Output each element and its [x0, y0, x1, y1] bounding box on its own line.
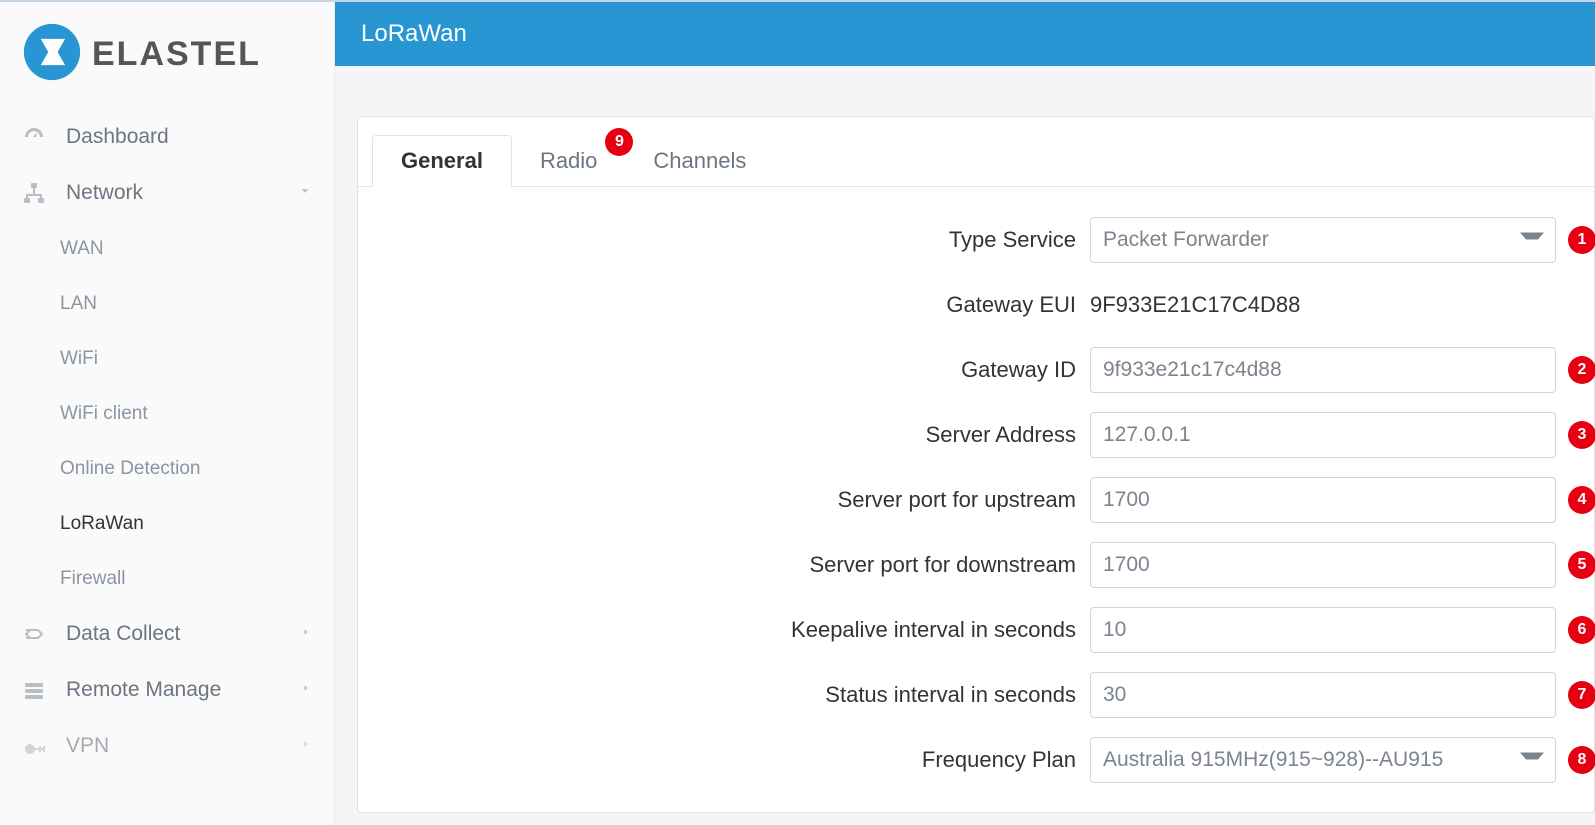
input-server-address[interactable]	[1090, 412, 1556, 458]
select-frequency-plan[interactable]: Australia 915MHz(915~928)--AU915	[1090, 737, 1556, 783]
sidebar-item-label: Remote Manage	[66, 678, 300, 702]
sidebar: ELASTEL Dashboard Network WAN LAN	[0, 2, 335, 825]
remote-manage-icon	[22, 678, 52, 702]
row-port-downstream: Server port for downstream 5	[358, 532, 1594, 597]
sidebar-item-label: WiFi	[60, 348, 312, 370]
sidebar-item-label: Data Collect	[66, 622, 300, 646]
sidebar-item-label: WiFi client	[60, 403, 312, 425]
tab-radio[interactable]: Radio 9	[512, 136, 625, 186]
dashboard-icon	[22, 125, 52, 149]
label-type-service: Type Service	[358, 227, 1090, 253]
label-server-address: Server Address	[358, 422, 1090, 448]
chevron-down-icon	[298, 184, 312, 203]
label-frequency-plan: Frequency Plan	[358, 747, 1090, 773]
network-icon	[22, 181, 52, 205]
sidebar-item-network[interactable]: Network	[0, 165, 334, 221]
brand-text: ELASTEL	[92, 35, 261, 74]
input-keepalive[interactable]	[1090, 607, 1556, 653]
sidebar-item-dashboard[interactable]: Dashboard	[0, 109, 334, 165]
sidebar-item-wifi[interactable]: WiFi	[0, 331, 334, 386]
sidebar-item-label: Online Detection	[60, 458, 312, 480]
sidebar-item-wan[interactable]: WAN	[0, 221, 334, 276]
row-frequency-plan: Frequency Plan Australia 915MHz(915~928)…	[358, 727, 1594, 792]
row-keepalive: Keepalive interval in seconds 6	[358, 597, 1594, 662]
annotation-badge-5: 5	[1568, 551, 1595, 579]
tab-label: General	[401, 148, 483, 173]
label-keepalive: Keepalive interval in seconds	[358, 617, 1090, 643]
sidebar-item-label: Dashboard	[66, 125, 312, 149]
value-gateway-eui: 9F933E21C17C4D88	[1090, 292, 1300, 317]
sidebar-item-online-detection[interactable]: Online Detection	[0, 441, 334, 496]
data-collect-icon	[22, 622, 52, 646]
sidebar-item-label: VPN	[66, 734, 300, 758]
sidebar-item-lorawan[interactable]: LoRaWan	[0, 496, 334, 551]
sidebar-item-label: Network	[66, 181, 298, 205]
sidebar-item-firewall[interactable]: Firewall	[0, 551, 334, 606]
input-gateway-id[interactable]	[1090, 347, 1556, 393]
main: LoRaWan General Radio 9 Channels Type Se…	[335, 2, 1595, 825]
page-header: LoRaWan	[335, 2, 1595, 66]
vpn-icon	[22, 734, 52, 758]
sidebar-nav: Dashboard Network WAN LAN WiFi WiFi clie…	[0, 109, 334, 774]
label-status-interval: Status interval in seconds	[358, 682, 1090, 708]
row-server-address: Server Address 3	[358, 402, 1594, 467]
label-gateway-id: Gateway ID	[358, 357, 1090, 383]
input-status-interval[interactable]	[1090, 672, 1556, 718]
brand-logo: ELASTEL	[0, 12, 334, 109]
annotation-badge-1: 1	[1568, 226, 1595, 254]
label-port-upstream: Server port for upstream	[358, 487, 1090, 513]
sidebar-item-label: LAN	[60, 293, 312, 315]
row-port-upstream: Server port for upstream 4	[358, 467, 1594, 532]
chevron-right-icon	[300, 737, 312, 755]
chevron-right-icon	[300, 681, 312, 699]
row-gateway-id: Gateway ID 2	[358, 337, 1594, 402]
page-title: LoRaWan	[361, 20, 467, 48]
annotation-badge-6: 6	[1568, 616, 1595, 644]
sidebar-item-lan[interactable]: LAN	[0, 276, 334, 331]
label-port-downstream: Server port for downstream	[358, 552, 1090, 578]
sidebar-item-label: LoRaWan	[60, 513, 312, 535]
sidebar-subnav-network: WAN LAN WiFi WiFi client Online Detectio…	[0, 221, 334, 606]
annotation-badge-3: 3	[1568, 421, 1595, 449]
row-type-service: Type Service Packet Forwarder 1	[358, 207, 1594, 272]
input-port-upstream[interactable]	[1090, 477, 1556, 523]
chevron-right-icon	[300, 625, 312, 643]
tab-channels[interactable]: Channels	[625, 136, 774, 186]
tabs: General Radio 9 Channels	[358, 117, 1594, 187]
sidebar-item-wifi-client[interactable]: WiFi client	[0, 386, 334, 441]
label-gateway-eui: Gateway EUI	[358, 292, 1090, 318]
select-type-service[interactable]: Packet Forwarder	[1090, 217, 1556, 263]
annotation-badge-7: 7	[1568, 681, 1595, 709]
sidebar-item-label: Firewall	[60, 568, 312, 590]
input-port-downstream[interactable]	[1090, 542, 1556, 588]
annotation-badge-4: 4	[1568, 486, 1595, 514]
elastel-logo-icon	[22, 22, 82, 87]
sidebar-item-remote-manage[interactable]: Remote Manage	[0, 662, 334, 718]
sidebar-item-data-collect[interactable]: Data Collect	[0, 606, 334, 662]
content: General Radio 9 Channels Type Service Pa…	[335, 66, 1595, 813]
tab-label: Channels	[653, 148, 746, 173]
tab-label: Radio	[540, 148, 597, 173]
tab-general[interactable]: General	[372, 135, 512, 187]
row-status-interval: Status interval in seconds 7	[358, 662, 1594, 727]
general-form: Type Service Packet Forwarder 1 Gateway …	[358, 187, 1594, 812]
sidebar-item-vpn[interactable]: VPN	[0, 718, 334, 774]
annotation-badge-8: 8	[1568, 746, 1595, 774]
settings-card: General Radio 9 Channels Type Service Pa…	[357, 116, 1595, 813]
annotation-badge-2: 2	[1568, 356, 1595, 384]
sidebar-item-label: WAN	[60, 238, 312, 260]
row-gateway-eui: Gateway EUI 9F933E21C17C4D88	[358, 272, 1594, 337]
